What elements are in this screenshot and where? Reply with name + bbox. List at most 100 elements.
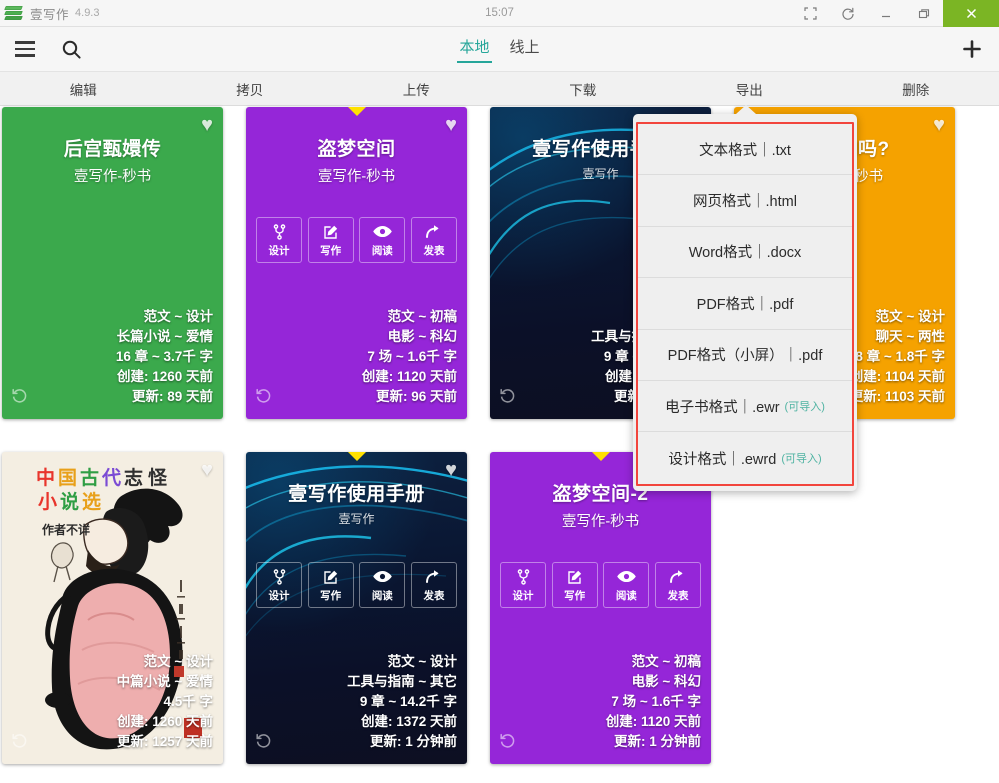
snap-layout-button[interactable] (791, 0, 829, 27)
card-action-label: 设计 (268, 245, 290, 257)
heart-icon[interactable]: ♥ (201, 460, 213, 480)
meta-line: 创建: 1372 天前 (360, 714, 457, 729)
export-item-ewrd[interactable]: 设计格式｜.ewrd (可导入) (638, 432, 852, 484)
export-item-pdf[interactable]: PDF格式｜.pdf (638, 278, 852, 330)
history-revert-icon[interactable] (499, 732, 516, 754)
card-action-publish[interactable]: 发表 (410, 562, 457, 608)
toolbar-delete[interactable]: 删除 (833, 72, 999, 105)
meta-line: 中篇小说 ~ 爱情 (116, 674, 213, 689)
share-arrow-icon (425, 222, 442, 241)
history-revert-icon[interactable] (255, 732, 272, 754)
export-item-label: PDF格式｜.pdf (696, 296, 794, 313)
search-icon[interactable] (56, 34, 86, 64)
project-card-1[interactable]: ♥ 盗梦空间 壹写作-秒书 设计 写作 阅读 发表 范文 ~ 初稿 电影 ~ 科… (246, 107, 467, 419)
card-title: 壹写作使用手册 (288, 484, 425, 505)
card-action-read[interactable]: 阅读 (359, 562, 406, 608)
card-action-publish[interactable]: 发表 (654, 562, 701, 608)
export-item-label: PDF格式（小屏）｜.pdf (667, 348, 823, 365)
hamburger-menu-icon[interactable] (10, 34, 40, 64)
meta-line: 范文 ~ 初稿 (387, 309, 457, 324)
heart-icon[interactable]: ♥ (933, 115, 945, 135)
meta-line: 范文 ~ 设计 (143, 309, 213, 324)
meta-line: 长篇小说 ~ 爱情 (116, 329, 213, 344)
project-card-6[interactable]: ♥ 盗梦空间-2 壹写作-秒书 设计 写作 (490, 452, 711, 764)
nav-bar: 本地 线上 (0, 27, 999, 72)
card-action-label: 发表 (423, 245, 445, 257)
meta-line: 更新: 96 天前 (375, 389, 457, 404)
history-revert-icon[interactable] (255, 387, 272, 409)
restore-window-button[interactable] (905, 0, 943, 27)
project-card-4[interactable]: 中 国 古 代 志 怪 小 说 选 作者不详 ♥ 范文 ~ 设计 中篇小说 ~ … (2, 452, 223, 764)
pencil-edit-icon (567, 567, 583, 586)
meta-line: 8 章 ~ 1.8千 字 (855, 349, 945, 364)
minimize-button[interactable] (867, 0, 905, 27)
meta-line: 电影 ~ 科幻 (631, 674, 701, 689)
meta-line: 范文 ~ 设计 (387, 654, 457, 669)
heart-icon[interactable]: ♥ (445, 460, 457, 480)
card-action-label: 阅读 (371, 245, 393, 257)
export-item-txt[interactable]: 文本格式｜.txt (638, 124, 852, 176)
card-action-label: 写作 (564, 590, 586, 602)
export-item-docx[interactable]: Word格式｜.docx (638, 226, 852, 279)
dropdown-caret (736, 105, 756, 114)
card-action-row: 设计 写作 阅读 发表 (256, 562, 457, 608)
meta-line: 更新: 1103 天前 (849, 389, 945, 404)
card-subtitle: 壹写作-秒书 (317, 169, 396, 185)
project-card-5[interactable]: ♥ 壹写作使用手册 壹写作 设计 写作 阅读 发表 范文 ~ 设计 工具与指南 … (246, 452, 467, 764)
export-item-ewr[interactable]: 电子书格式｜.ewr (可导入) (638, 380, 852, 433)
card-action-row: 设计 写作 阅读 发表 (256, 217, 457, 263)
project-card-0[interactable]: ♥ 后宫甄嬛传 壹写作-秒书 范文 ~ 设计 长篇小说 ~ 爱情 16 章 ~ … (2, 107, 223, 419)
toolbar-export[interactable]: 导出 (666, 72, 833, 105)
toolbar-copy[interactable]: 拷贝 (167, 72, 334, 105)
meta-line: 更新: 1 分钟前 (613, 734, 701, 749)
card-action-label: 发表 (667, 590, 689, 602)
card-title: 后宫甄嬛传 (63, 139, 162, 160)
card-action-design[interactable]: 设计 (256, 562, 302, 608)
export-item-label: 电子书格式｜.ewr (665, 399, 780, 416)
heart-icon[interactable]: ♥ (445, 115, 457, 135)
meta-line: 更新: 1 分钟前 (369, 734, 457, 749)
card-action-write[interactable]: 写作 (307, 562, 354, 608)
meta-line: 范文 ~ 设计 (875, 309, 945, 324)
card-action-publish[interactable]: 发表 (410, 217, 457, 263)
history-revert-icon[interactable] (499, 387, 516, 409)
svg-text:代: 代 (101, 467, 121, 489)
tab-online[interactable]: 线上 (508, 34, 542, 65)
card-meta: 范文 ~ 设计 中篇小说 ~ 爱情 4.5千 字 创建: 1260 天前 更新:… (117, 652, 213, 752)
card-meta: 范文 ~ 设计 长篇小说 ~ 爱情 16 章 ~ 3.7千 字 创建: 1260… (116, 307, 213, 407)
history-revert-icon[interactable] (11, 387, 28, 409)
pencil-edit-icon (323, 567, 339, 586)
export-menu-list: 文本格式｜.txt 网页格式｜.html Word格式｜.docx PDF格式｜… (636, 122, 854, 486)
refresh-button[interactable] (829, 0, 867, 27)
branch-icon (516, 567, 531, 586)
svg-text:作者不详: 作者不详 (42, 522, 90, 537)
meta-line: 4.5千 字 (163, 694, 213, 709)
close-icon[interactable] (943, 0, 999, 27)
card-meta: 范文 ~ 设计 聊天 ~ 两性 8 章 ~ 1.8千 字 创建: 1104 天前… (850, 307, 945, 407)
heart-icon[interactable]: ♥ (201, 115, 213, 135)
tab-local[interactable]: 本地 (457, 34, 492, 65)
card-action-row: 设计 写作 阅读 发表 (500, 562, 701, 608)
export-item-html[interactable]: 网页格式｜.html (638, 175, 852, 227)
export-item-pdf-small[interactable]: PDF格式（小屏）｜.pdf (638, 329, 852, 381)
card-action-write[interactable]: 写作 (551, 562, 598, 608)
history-revert-icon[interactable] (11, 732, 28, 754)
card-action-read[interactable]: 阅读 (359, 217, 406, 263)
svg-text:国: 国 (58, 467, 77, 489)
export-item-note: (可导入) (781, 453, 822, 466)
toolbar-edit[interactable]: 编辑 (0, 72, 167, 105)
eye-icon (373, 222, 392, 241)
pin-triangle-icon (347, 107, 366, 116)
card-action-label: 写作 (320, 245, 342, 257)
card-action-read[interactable]: 阅读 (603, 562, 650, 608)
app-version: 4.9.3 (75, 7, 100, 19)
card-action-write[interactable]: 写作 (307, 217, 354, 263)
toolbar-download[interactable]: 下载 (500, 72, 667, 105)
export-item-label: Word格式｜.docx (688, 245, 802, 262)
card-action-design[interactable]: 设计 (256, 217, 302, 263)
plus-icon[interactable] (955, 32, 989, 66)
card-action-design[interactable]: 设计 (500, 562, 546, 608)
stacked-books-icon (0, 0, 26, 27)
action-toolbar: 编辑 拷贝 上传 下载 导出 删除 (0, 72, 999, 106)
toolbar-upload[interactable]: 上传 (333, 72, 500, 105)
